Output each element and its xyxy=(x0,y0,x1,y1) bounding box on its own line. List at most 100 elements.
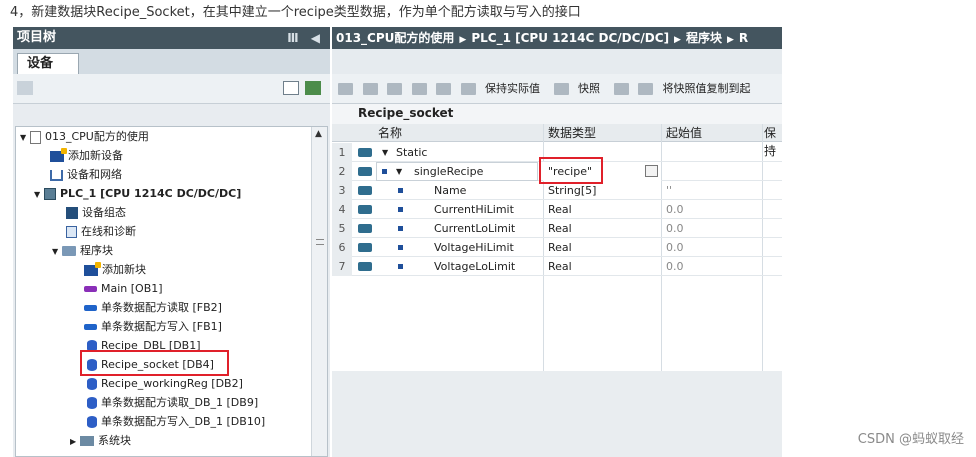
project-tree-panel: 项目树 Ⅲ ◀ 设备 ▲ ▼ 013_CPU配方的使用 添加新设备 设备和网络 ▼… xyxy=(13,27,330,457)
snapshot-icon[interactable] xyxy=(553,83,569,95)
collapse-panel-icon[interactable]: Ⅲ ◀ xyxy=(287,27,324,49)
breadcrumb-separator-icon: ▶ xyxy=(459,35,467,45)
db-icon xyxy=(87,416,97,428)
declaration-table: 名称 数据类型 起始值 保持 1 ▼ Static 2 ▼ singleReci… xyxy=(332,124,782,457)
system-folder-icon xyxy=(80,436,94,446)
folder-icon xyxy=(62,246,76,256)
tree-item-fb1[interactable]: 单条数据配方写入 [FB1] xyxy=(84,317,222,336)
tree-scrollbar[interactable]: ▲ xyxy=(311,127,327,456)
db-variable-icon xyxy=(358,262,372,271)
expand-arrow-icon[interactable]: ▶ xyxy=(70,432,80,451)
breadcrumb-separator-icon: ▶ xyxy=(726,35,734,45)
keep-actual-values-button[interactable]: 保持实际值 xyxy=(485,82,540,95)
tree-item-db9[interactable]: 单条数据配方读取_DB_1 [DB9] xyxy=(87,393,258,412)
member-dot-icon xyxy=(398,245,403,250)
breadcrumb-block[interactable]: R xyxy=(739,31,748,45)
fb-icon xyxy=(84,324,97,330)
tree-item-plc[interactable]: ▼ PLC_1 [CPU 1214C DC/DC/DC] xyxy=(34,184,241,203)
copy-icon[interactable] xyxy=(613,83,629,95)
table-row[interactable]: 7 VoltageLoLimit Real 0.0 xyxy=(332,257,782,276)
tree-view: ▲ ▼ 013_CPU配方的使用 添加新设备 设备和网络 ▼ PLC_1 [CPU … xyxy=(15,126,328,457)
add-device-icon xyxy=(50,147,67,162)
tree-item-devices-networks[interactable]: 设备和网络 xyxy=(50,165,122,184)
expand-arrow-icon[interactable]: ▼ xyxy=(382,143,388,162)
column-start-value[interactable]: 起始值 xyxy=(666,124,702,142)
member-dot-icon xyxy=(398,226,403,231)
table-row[interactable]: 4 CurrentHiLimit Real 0.0 xyxy=(332,200,782,219)
project-tree-title-bar: 项目树 Ⅲ ◀ xyxy=(13,27,330,49)
watermark: CSDN @蚂蚁取经 xyxy=(857,432,964,447)
table-row[interactable]: 5 CurrentLoLimit Real 0.0 xyxy=(332,219,782,238)
tree-item-fb2[interactable]: 单条数据配方读取 [FB2] xyxy=(84,298,222,317)
tree-item-system-blocks[interactable]: ▶ 系统块 xyxy=(70,431,131,450)
scroll-grip[interactable] xyxy=(316,239,324,245)
project-tree-title: 项目树 xyxy=(17,30,57,45)
expand-arrow-icon[interactable]: ▼ xyxy=(52,242,62,261)
tree-item-add-device[interactable]: 添加新设备 xyxy=(50,146,123,165)
paste-icon[interactable] xyxy=(638,83,653,95)
highlight-box-recipe-type xyxy=(539,157,603,184)
insert-row-icon[interactable] xyxy=(338,83,353,95)
member-dot-icon xyxy=(398,188,403,193)
table-header: 名称 数据类型 起始值 保持 xyxy=(332,124,782,158)
scroll-up-icon[interactable]: ▲ xyxy=(315,129,322,139)
db-editor-panel: 013_CPU配方的使用 ▶ PLC_1 [CPU 1214C DC/DC/DC] ▶… xyxy=(332,27,782,457)
plc-icon xyxy=(44,188,56,200)
tree-toolbar xyxy=(13,74,330,104)
expand-arrow-icon[interactable]: ▼ xyxy=(34,185,44,204)
editor-tab-area xyxy=(332,49,782,74)
tree-item-add-block[interactable]: 添加新块 xyxy=(84,260,146,279)
tree-item-online-diagnostics[interactable]: 在线和诊断 xyxy=(66,222,136,241)
add-block-icon xyxy=(84,261,101,276)
breadcrumb: 013_CPU配方的使用 ▶ PLC_1 [CPU 1214C DC/DC/DC] ▶… xyxy=(332,27,782,49)
collapse-all-icon[interactable] xyxy=(411,83,427,95)
column-data-type[interactable]: 数据类型 xyxy=(548,124,596,142)
snapshot-button[interactable]: 快照 xyxy=(578,82,600,95)
member-dot-icon xyxy=(398,207,403,212)
tree-item-project[interactable]: ▼ 013_CPU配方的使用 xyxy=(20,127,149,146)
breadcrumb-separator-icon: ▶ xyxy=(674,35,681,45)
db-icon xyxy=(87,378,97,390)
copy-snapshot-button[interactable]: 将快照值复制到起 xyxy=(663,82,751,95)
empty-area xyxy=(332,371,782,457)
fb-icon xyxy=(84,305,97,311)
block-name: Recipe_socket xyxy=(332,104,782,122)
breadcrumb-program-blocks[interactable]: 程序块 xyxy=(686,31,722,45)
column-name[interactable]: 名称 xyxy=(378,124,402,142)
tab-row: 设备 xyxy=(13,49,330,74)
db-variable-icon xyxy=(358,224,372,233)
breadcrumb-project[interactable]: 013_CPU配方的使用 xyxy=(336,31,454,45)
table-row[interactable]: 6 VoltageHiLimit Real 0.0 xyxy=(332,238,782,257)
highlight-box-db4 xyxy=(80,350,229,376)
view-toggle-icon[interactable] xyxy=(283,81,299,95)
tree-item-program-blocks[interactable]: ▼ 程序块 xyxy=(52,241,113,260)
member-dot-icon xyxy=(382,169,387,174)
caption-text: 4，新建数据块Recipe_Socket，在其中建立一个recipe类型数据，作… xyxy=(10,5,581,20)
db-variable-icon xyxy=(358,167,372,176)
diagnostics-icon xyxy=(66,226,77,238)
expand-all-icon[interactable] xyxy=(387,83,402,95)
new-item-icon[interactable] xyxy=(17,81,33,95)
expand-arrow-icon[interactable]: ▼ xyxy=(20,128,30,147)
member-dot-icon xyxy=(398,264,403,269)
db-variable-icon xyxy=(358,186,372,195)
tree-item-main-ob1[interactable]: Main [OB1] xyxy=(84,279,163,298)
db-variable-icon xyxy=(358,205,372,214)
tab-devices[interactable]: 设备 xyxy=(17,53,79,74)
tree-item-db10[interactable]: 单条数据配方写入_DB_1 [DB10] xyxy=(87,412,265,431)
tree-item-device-config[interactable]: 设备组态 xyxy=(66,203,126,222)
network-icon xyxy=(50,169,63,181)
db-variable-icon xyxy=(358,148,372,157)
add-row-icon[interactable] xyxy=(362,83,378,95)
breadcrumb-plc[interactable]: PLC_1 [CPU 1214C DC/DC/DC] xyxy=(471,31,669,45)
ob-icon xyxy=(84,286,97,292)
db-variable-icon xyxy=(358,243,372,252)
link-icon[interactable] xyxy=(305,81,321,95)
editor-toolbar: 保持实际值 快照 将快照值复制到起 xyxy=(332,74,782,104)
tree-item-db2[interactable]: Recipe_workingReg [DB2] xyxy=(87,374,243,393)
type-picker-icon[interactable] xyxy=(645,165,658,177)
expand-arrow-icon[interactable]: ▼ xyxy=(396,162,402,181)
db-icon xyxy=(87,397,97,409)
monitor-icon[interactable] xyxy=(460,83,476,95)
properties-icon[interactable] xyxy=(436,83,451,95)
